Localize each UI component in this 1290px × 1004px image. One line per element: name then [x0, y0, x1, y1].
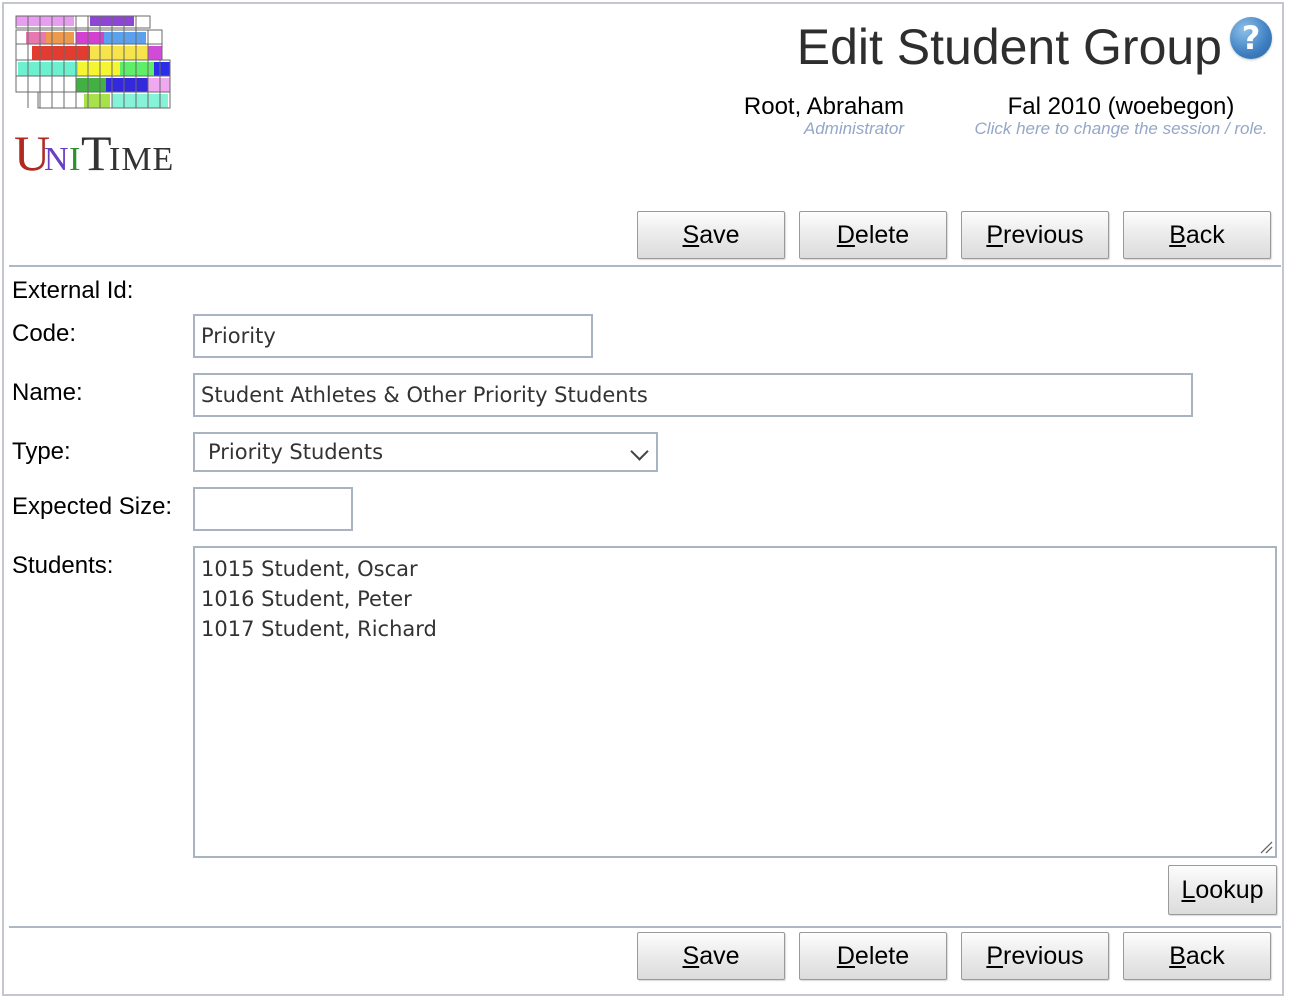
back-button-bottom[interactable]: Back — [1123, 932, 1271, 980]
back-button-top[interactable]: Back — [1123, 211, 1271, 259]
type-select-value: Priority Students — [208, 440, 384, 464]
lookup-button[interactable]: Lookup — [1168, 865, 1277, 915]
session-info[interactable]: Fal 2010 (woebegon) Click here to change… — [964, 93, 1278, 139]
code-label: Code: — [12, 320, 77, 347]
unitime-logo[interactable]: U N I T IME — [14, 14, 174, 179]
delete-button-bottom[interactable]: Delete — [799, 932, 947, 980]
expected-size-label: Expected Size: — [12, 493, 173, 520]
student-line: 1016 Student, Peter — [201, 587, 412, 611]
user-info[interactable]: Root, Abraham Administrator — [744, 93, 904, 139]
type-select[interactable]: Priority Students — [193, 432, 658, 472]
external-id-label: External Id: — [12, 277, 134, 304]
logo-wordmark: U N I T IME — [14, 122, 174, 178]
svg-text:I: I — [69, 141, 81, 178]
name-input[interactable]: Student Athletes & Other Priority Studen… — [193, 373, 1193, 417]
expected-size-input[interactable] — [193, 487, 353, 531]
divider-bottom — [9, 926, 1281, 928]
save-button-top[interactable]: Save — [637, 211, 785, 259]
students-label: Students: — [12, 552, 114, 579]
chevron-down-icon — [630, 442, 649, 461]
svg-text:N: N — [44, 141, 70, 178]
previous-button-top[interactable]: Previous — [961, 211, 1109, 259]
session-change-link[interactable]: Click here to change the session / role. — [964, 119, 1278, 139]
svg-text:IME: IME — [109, 141, 174, 178]
students-textarea[interactable]: 1015 Student, Oscar 1016 Student, Peter … — [193, 546, 1277, 858]
page-title: Edit Student Group — [796, 19, 1222, 75]
help-icon[interactable]: ? — [1230, 17, 1272, 59]
delete-button-top[interactable]: Delete — [799, 211, 947, 259]
user-role: Administrator — [803, 119, 904, 138]
session-name: Fal 2010 (woebegon) — [1007, 93, 1235, 120]
resize-grip-icon[interactable] — [1259, 840, 1273, 854]
code-input[interactable]: Priority — [193, 314, 593, 358]
timetable-grid-icon — [15, 15, 171, 109]
save-button-bottom[interactable]: Save — [637, 932, 785, 980]
type-label: Type: — [12, 438, 71, 465]
student-line: 1017 Student, Richard — [201, 617, 437, 641]
svg-text:T: T — [81, 125, 113, 178]
student-line: 1015 Student, Oscar — [201, 557, 418, 581]
name-label: Name: — [12, 379, 83, 406]
user-name: Root, Abraham — [743, 93, 904, 120]
previous-button-bottom[interactable]: Previous — [961, 932, 1109, 980]
divider-top — [9, 265, 1281, 267]
